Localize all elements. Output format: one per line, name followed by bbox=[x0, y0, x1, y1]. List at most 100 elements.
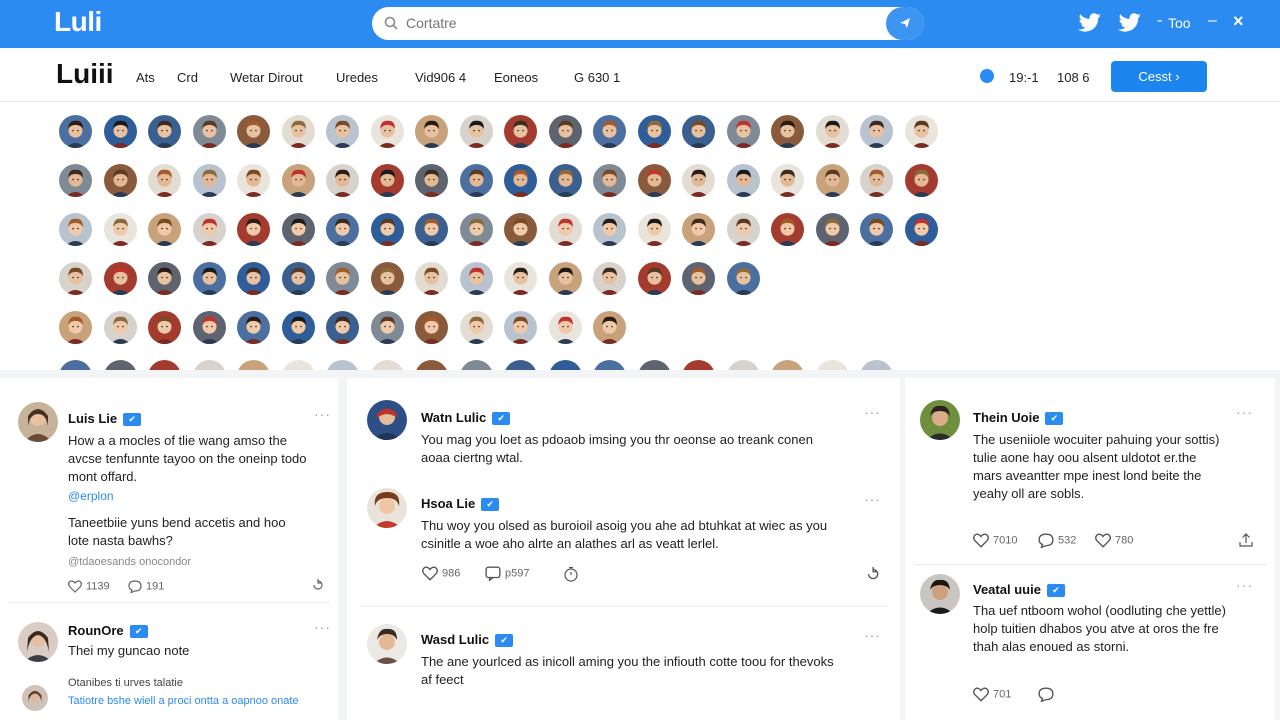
avatar[interactable] bbox=[326, 115, 359, 148]
avatar[interactable] bbox=[771, 213, 804, 246]
more-options-icon[interactable]: ··· bbox=[1236, 577, 1253, 593]
avatar[interactable] bbox=[22, 685, 48, 711]
avatar[interactable] bbox=[548, 262, 582, 295]
avatar[interactable] bbox=[637, 213, 671, 246]
avatar[interactable] bbox=[504, 311, 537, 344]
avatar[interactable] bbox=[771, 360, 804, 370]
avatar[interactable] bbox=[59, 311, 92, 344]
post-author[interactable]: Wasd Lulic ✔ bbox=[421, 632, 514, 647]
avatar[interactable] bbox=[459, 311, 493, 344]
avatar[interactable] bbox=[370, 164, 404, 197]
like-action[interactable]: 7010 bbox=[973, 533, 1017, 548]
brand-title[interactable]: Luiii bbox=[56, 58, 114, 90]
avatar[interactable] bbox=[637, 262, 671, 295]
avatar[interactable] bbox=[504, 360, 537, 370]
bird-icon-2[interactable] bbox=[1118, 12, 1142, 34]
avatar[interactable] bbox=[726, 115, 760, 148]
avatar[interactable] bbox=[103, 311, 137, 344]
nav-item-2[interactable]: Crd bbox=[177, 70, 198, 85]
avatar[interactable] bbox=[281, 213, 315, 246]
avatar[interactable] bbox=[326, 262, 359, 295]
avatar[interactable] bbox=[771, 115, 804, 148]
avatar[interactable] bbox=[237, 360, 270, 370]
avatar[interactable] bbox=[192, 311, 226, 344]
avatar[interactable] bbox=[326, 164, 359, 197]
avatar[interactable] bbox=[237, 213, 270, 246]
more-options-icon[interactable]: ··· bbox=[864, 404, 881, 420]
search-input[interactable] bbox=[406, 13, 876, 33]
avatar[interactable] bbox=[682, 360, 715, 370]
avatar[interactable] bbox=[415, 262, 448, 295]
avatar[interactable] bbox=[504, 115, 537, 148]
post-author[interactable]: Thein Uoie ✔ bbox=[973, 410, 1064, 425]
post-author[interactable]: RounOre ✔ bbox=[68, 623, 148, 638]
avatar[interactable] bbox=[237, 164, 270, 197]
avatar[interactable] bbox=[281, 360, 315, 370]
comment-action[interactable] bbox=[1038, 687, 1058, 703]
nav-item-1[interactable]: Ats bbox=[136, 70, 155, 85]
avatar[interactable] bbox=[367, 624, 407, 664]
avatar[interactable] bbox=[415, 360, 448, 370]
avatar[interactable] bbox=[815, 360, 849, 370]
avatar[interactable] bbox=[593, 164, 626, 197]
avatar[interactable] bbox=[459, 262, 493, 295]
avatar[interactable] bbox=[237, 115, 270, 148]
avatar[interactable] bbox=[815, 115, 849, 148]
avatar[interactable] bbox=[860, 360, 893, 370]
avatar[interactable] bbox=[192, 262, 226, 295]
avatar[interactable] bbox=[904, 213, 938, 246]
post-card-5[interactable]: Wasd Lulic ✔ ··· The ane yourlced as inic… bbox=[367, 624, 887, 704]
avatar[interactable] bbox=[920, 574, 960, 614]
nav-item-4[interactable]: Uredes bbox=[336, 70, 378, 85]
avatar[interactable] bbox=[459, 164, 493, 197]
share-icon[interactable] bbox=[864, 566, 884, 582]
post-link[interactable]: @erplon bbox=[68, 489, 114, 503]
post-card-6[interactable]: Thein Uoie ✔ ··· The useniiole wocuiter p… bbox=[920, 400, 1265, 550]
avatar[interactable] bbox=[726, 164, 760, 197]
avatar[interactable] bbox=[59, 262, 92, 295]
avatar[interactable] bbox=[637, 360, 671, 370]
avatar[interactable] bbox=[18, 622, 58, 662]
avatar[interactable] bbox=[103, 164, 137, 197]
upload-icon[interactable] bbox=[1238, 532, 1258, 548]
user-menu-label[interactable]: Too bbox=[1168, 15, 1191, 31]
avatar[interactable] bbox=[548, 115, 582, 148]
avatar[interactable] bbox=[415, 311, 448, 344]
nav-item-5[interactable]: Vid906 4 bbox=[415, 70, 466, 85]
avatar[interactable] bbox=[920, 400, 960, 440]
avatar[interactable] bbox=[860, 115, 893, 148]
avatar[interactable] bbox=[504, 164, 537, 197]
post-author[interactable]: Luis Lie ✔ bbox=[68, 411, 142, 426]
timer-icon[interactable] bbox=[563, 566, 583, 582]
avatar[interactable] bbox=[459, 115, 493, 148]
post-author[interactable]: Watn Lulic ✔ bbox=[421, 410, 511, 425]
avatar[interactable] bbox=[59, 360, 92, 370]
post-card-1[interactable]: Luis Lie ✔ ··· How a a mocles of tlie wan… bbox=[18, 402, 330, 594]
avatar[interactable] bbox=[148, 311, 181, 344]
avatar[interactable] bbox=[370, 360, 404, 370]
avatar[interactable] bbox=[593, 360, 626, 370]
avatar[interactable] bbox=[370, 213, 404, 246]
avatar[interactable] bbox=[59, 115, 92, 148]
avatar[interactable] bbox=[192, 213, 226, 246]
avatar[interactable] bbox=[59, 213, 92, 246]
search-bar[interactable] bbox=[372, 7, 924, 40]
avatar[interactable] bbox=[370, 115, 404, 148]
avatar[interactable] bbox=[59, 164, 92, 197]
avatar[interactable] bbox=[415, 213, 448, 246]
post-card-3[interactable]: Watn Lulic ✔ ··· You mag you loet as pdoa… bbox=[367, 400, 887, 470]
avatar[interactable] bbox=[815, 213, 849, 246]
post-card-4[interactable]: Hsoa Lie ✔ ··· Thu woy you olsed as buroi… bbox=[367, 488, 887, 588]
avatar[interactable] bbox=[637, 115, 671, 148]
more-options-icon[interactable]: ··· bbox=[864, 627, 881, 643]
search-submit-button[interactable] bbox=[886, 7, 924, 40]
avatar[interactable] bbox=[192, 164, 226, 197]
avatar[interactable] bbox=[637, 164, 671, 197]
comment-action[interactable]: 532 bbox=[1038, 533, 1076, 549]
avatar[interactable] bbox=[459, 360, 493, 370]
avatar[interactable] bbox=[367, 488, 407, 528]
post-sub-2[interactable]: Tatiotre bshe wiell a proci ontta a oapn… bbox=[68, 695, 299, 707]
avatar[interactable] bbox=[904, 115, 938, 148]
more-options-icon[interactable]: ··· bbox=[314, 619, 331, 635]
app-logo[interactable]: Luli bbox=[54, 6, 102, 38]
